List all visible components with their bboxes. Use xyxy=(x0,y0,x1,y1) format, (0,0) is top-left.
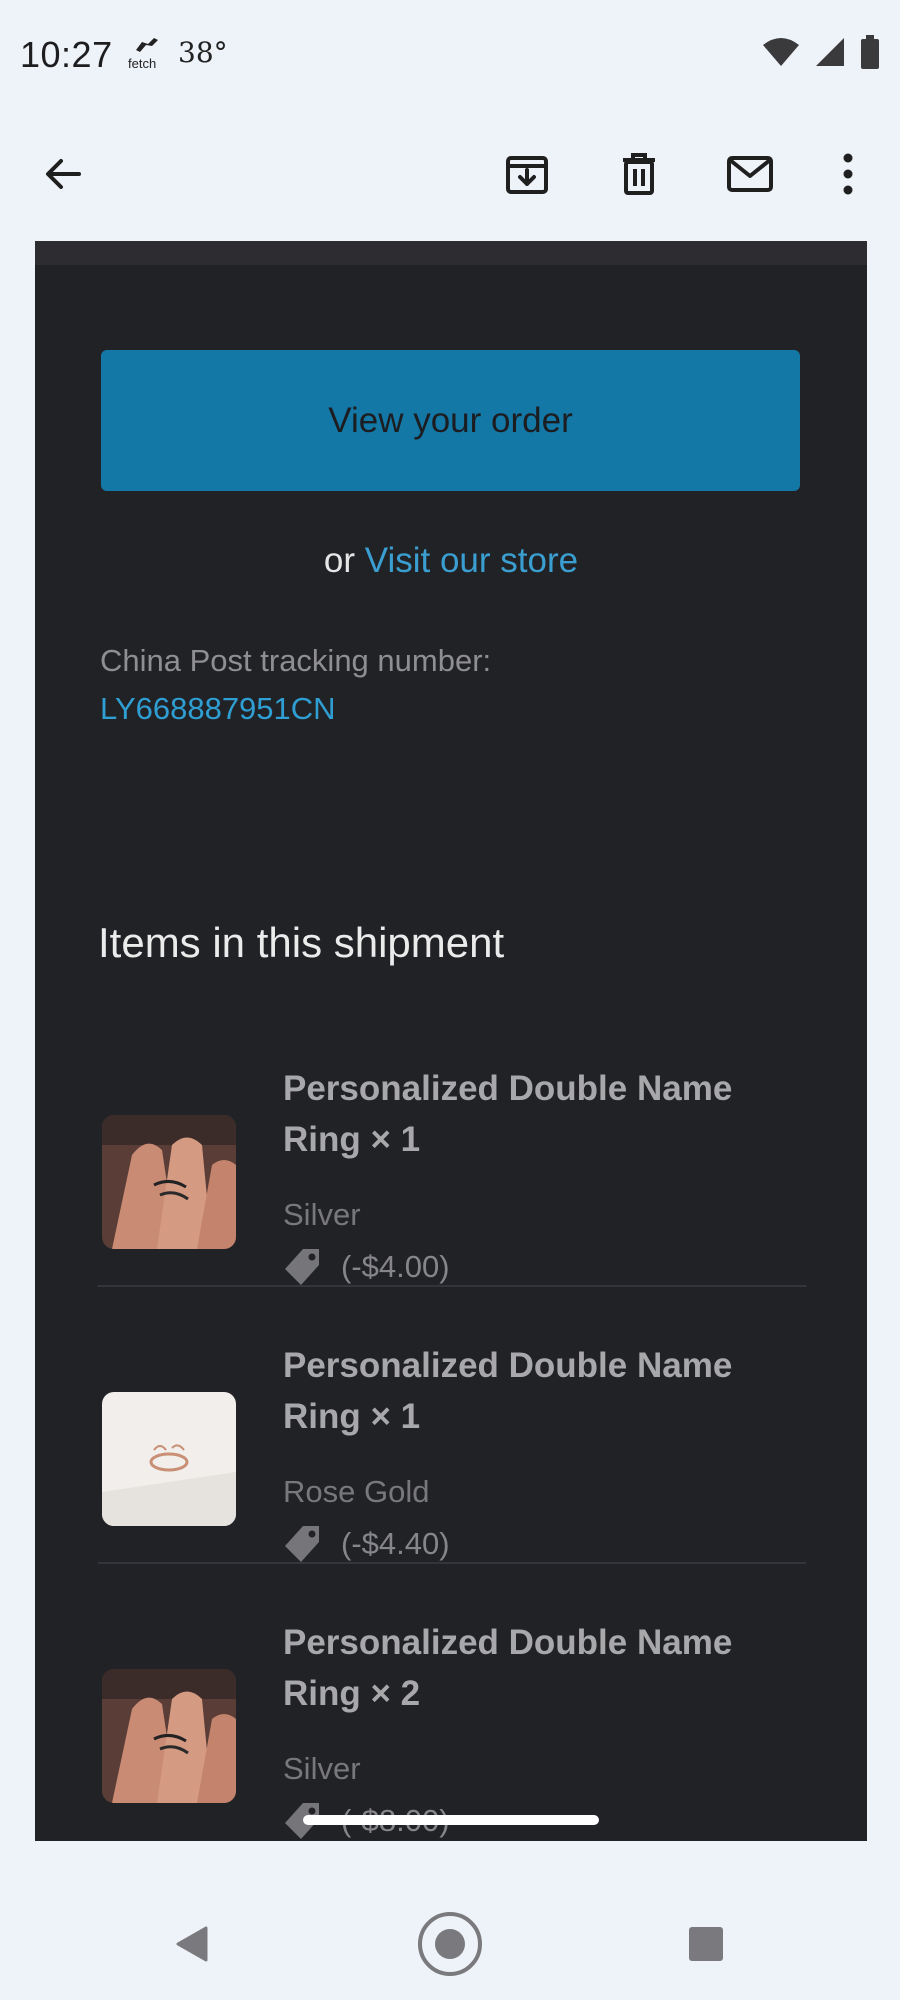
shipment-item: Personalized Double Name Ring × 1 Silver… xyxy=(98,1069,806,1285)
visit-store-link[interactable]: Visit our store xyxy=(365,541,578,580)
email-body: View your order or Visit our store China… xyxy=(35,241,867,1841)
shipment-item: Personalized Double Name Ring × 2 Silver… xyxy=(98,1623,806,1839)
section-title: Items in this shipment xyxy=(98,919,505,966)
status-icons xyxy=(762,34,880,70)
wifi-icon xyxy=(763,38,799,66)
product-image[interactable] xyxy=(102,1669,236,1803)
tracking-number-link[interactable]: LY668887951CN xyxy=(100,691,336,727)
product-image[interactable] xyxy=(102,1115,236,1249)
back-triangle-icon xyxy=(176,1926,208,1962)
item-name: Personalized Double Name Ring × 1 xyxy=(283,1346,733,1436)
tracking-label: China Post tracking number: xyxy=(100,643,492,678)
cell-signal-icon xyxy=(816,38,844,66)
nav-home-button[interactable] xyxy=(414,1908,486,1980)
nav-back-button[interactable] xyxy=(156,1908,228,1980)
or-text: or xyxy=(323,541,356,580)
discount-amount: (-$4.00) xyxy=(341,1249,450,1284)
discount-tag-icon xyxy=(285,1526,319,1562)
back-arrow-icon xyxy=(46,159,81,189)
archive-icon xyxy=(506,156,548,194)
item-divider xyxy=(98,1285,806,1287)
item-variant: Silver xyxy=(283,1751,361,1786)
home-circle-icon xyxy=(418,1912,482,1976)
archive-button[interactable] xyxy=(495,142,559,206)
visit-store-line: or Visit our store xyxy=(35,541,867,581)
product-image[interactable] xyxy=(102,1392,236,1526)
more-options-button[interactable] xyxy=(816,142,880,206)
status-time: 10:27 xyxy=(20,34,113,75)
item-discount: (-$4.40) xyxy=(283,1524,450,1564)
back-button[interactable] xyxy=(30,142,94,206)
home-indicator[interactable] xyxy=(303,1815,599,1825)
more-vert-icon xyxy=(843,153,853,195)
mark-unread-button[interactable] xyxy=(718,142,782,206)
temperature: 38° xyxy=(178,36,228,69)
delete-button[interactable] xyxy=(607,142,671,206)
nav-recents-button[interactable] xyxy=(670,1908,742,1980)
recents-square-icon xyxy=(689,1927,723,1961)
view-order-button[interactable]: View your order xyxy=(101,350,800,491)
fetch-notification-icon: fetch xyxy=(128,36,164,71)
battery-icon xyxy=(861,35,879,69)
status-bar: 10:27 fetch 38° xyxy=(0,0,900,110)
item-divider xyxy=(98,1562,806,1564)
delete-icon xyxy=(623,153,655,195)
mark-unread-icon xyxy=(727,156,773,192)
fetch-label: fetch xyxy=(128,56,157,71)
system-nav-bar xyxy=(0,1888,900,2000)
discount-amount: (-$4.40) xyxy=(341,1526,450,1561)
discount-tag-icon xyxy=(285,1249,319,1285)
email-header-strip xyxy=(35,241,867,265)
email-toolbar xyxy=(0,110,900,240)
item-name: Personalized Double Name Ring × 1 xyxy=(283,1069,733,1159)
shipment-item: Personalized Double Name Ring × 1 Rose G… xyxy=(98,1346,806,1562)
item-name: Personalized Double Name Ring × 2 xyxy=(283,1623,733,1713)
item-discount: (-$4.00) xyxy=(283,1247,450,1287)
item-variant: Rose Gold xyxy=(283,1474,430,1509)
item-variant: Silver xyxy=(283,1197,361,1232)
